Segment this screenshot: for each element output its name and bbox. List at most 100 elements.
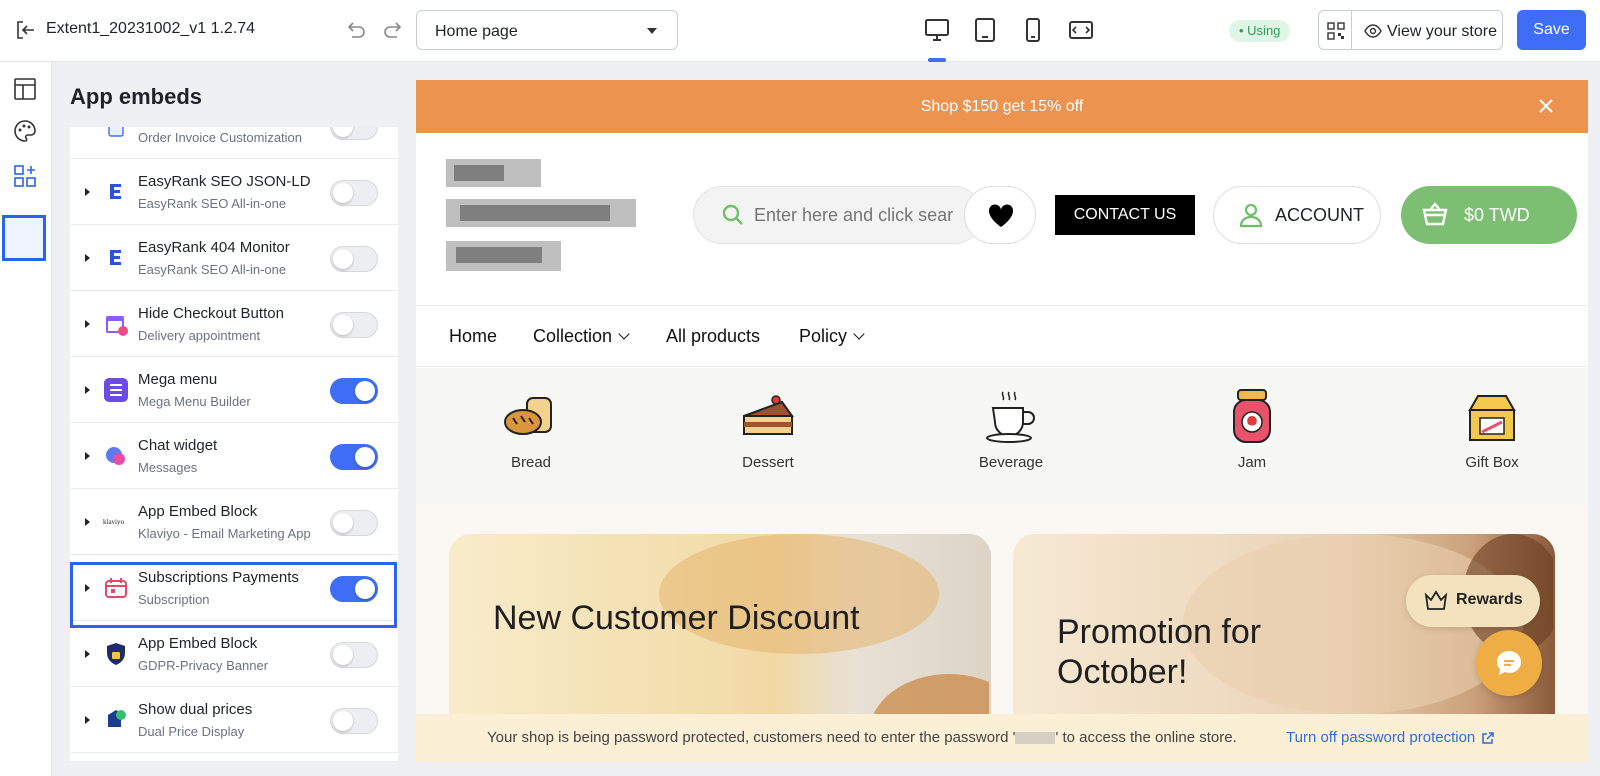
- expand-arrow-icon[interactable]: [85, 386, 90, 394]
- close-icon[interactable]: [1538, 98, 1554, 114]
- shield-icon: [107, 643, 125, 665]
- nav-all-products[interactable]: All products: [666, 326, 760, 347]
- chat-widget-icon: [106, 447, 125, 465]
- crown-icon: [1424, 590, 1448, 610]
- nav-collection[interactable]: Collection: [533, 326, 630, 347]
- save-button[interactable]: Save: [1517, 10, 1586, 50]
- undo-icon[interactable]: [344, 19, 366, 41]
- account-button[interactable]: ACCOUNT: [1213, 186, 1381, 244]
- store-search[interactable]: [693, 186, 983, 244]
- expand-arrow-icon[interactable]: [85, 254, 90, 262]
- page-select-value: Home page: [435, 23, 518, 40]
- masked-password: [1015, 732, 1056, 745]
- qr-code-button[interactable]: [1318, 10, 1352, 50]
- view-store-label: View your store: [1387, 23, 1497, 40]
- toggle-switch[interactable]: [330, 180, 378, 206]
- turn-off-password-link[interactable]: Turn off password protection: [1286, 714, 1495, 762]
- password-message: Your shop is being password protected, c…: [487, 729, 1237, 746]
- chevron-down-icon: [647, 28, 657, 34]
- redo-icon[interactable]: [383, 19, 405, 41]
- store-logo[interactable]: [446, 159, 636, 279]
- toggle-switch[interactable]: [330, 246, 378, 272]
- rewards-button[interactable]: Rewards: [1406, 575, 1540, 627]
- expand-arrow-icon[interactable]: [85, 716, 90, 724]
- desktop-icon[interactable]: [923, 16, 951, 44]
- chat-button[interactable]: [1476, 630, 1542, 696]
- list-item[interactable]: EasyRank 404 Monitor EasyRank SEO All-in…: [70, 225, 398, 291]
- contact-us-button[interactable]: CONTACT US: [1055, 195, 1195, 235]
- expand-arrow-icon[interactable]: [85, 188, 90, 196]
- klaviyo-logo-icon: klaviyo: [103, 518, 124, 526]
- gift-box-icon: [1468, 395, 1516, 441]
- theme-title: Extent1_20231002_v1 1.2.74: [46, 20, 256, 37]
- category-bread[interactable]: Bread: [471, 386, 591, 471]
- cake-icon: [743, 395, 794, 435]
- app-embeds-icon[interactable]: [12, 163, 38, 189]
- toggle-switch[interactable]: [330, 510, 378, 536]
- mobile-icon[interactable]: [1019, 16, 1047, 44]
- chevron-down-icon: [853, 328, 865, 340]
- easyrank-icon: [110, 184, 121, 199]
- expand-arrow-icon[interactable]: [85, 320, 90, 328]
- nav-home[interactable]: Home: [449, 326, 497, 347]
- external-link-icon: [1482, 732, 1495, 744]
- toggle-switch[interactable]: [330, 444, 378, 470]
- sections-icon[interactable]: [12, 76, 38, 102]
- cart-button[interactable]: $0 TWD: [1401, 186, 1577, 244]
- invoice-icon: [108, 127, 124, 137]
- active-device-indicator: [928, 58, 946, 62]
- list-item[interactable]: klaviyo App Embed Block Klaviyo - Email …: [70, 489, 398, 555]
- promo-banner: Shop $150 get 15% off: [416, 80, 1588, 133]
- category-strip: Bread Dessert Beverage Jam Gift Box: [416, 368, 1588, 504]
- category-beverage[interactable]: Beverage: [951, 386, 1071, 471]
- toggle-switch[interactable]: [330, 312, 378, 338]
- wishlist-button[interactable]: [964, 186, 1036, 244]
- exit-icon[interactable]: [14, 19, 36, 41]
- view-store-button[interactable]: View your store: [1351, 10, 1503, 50]
- mega-menu-icon: [104, 378, 128, 402]
- promo-text: Shop $150 get 15% off: [920, 98, 1084, 115]
- calendar-icon: [106, 316, 128, 336]
- tea-cup-icon: [986, 391, 1035, 443]
- panel-title: App embeds: [70, 84, 203, 109]
- rail-selection: [2, 215, 46, 261]
- nav-policy[interactable]: Policy: [799, 326, 865, 347]
- search-icon: [722, 204, 743, 225]
- toggle-switch[interactable]: [330, 642, 378, 668]
- toggle-switch[interactable]: [330, 127, 378, 140]
- rewards-label: Rewards: [1456, 591, 1523, 608]
- banner-heading: Promotion for October!: [1057, 613, 1262, 691]
- qr-code-icon: [1327, 22, 1345, 40]
- list-item[interactable]: Order Invoice Customization: [70, 127, 398, 159]
- user-icon: [1239, 203, 1263, 228]
- list-item[interactable]: Show dual prices Dual Price Display: [70, 687, 398, 753]
- list-item[interactable]: App Embed Block GDPR-Privacy Banner: [70, 621, 398, 687]
- search-input[interactable]: [754, 203, 954, 227]
- category-jam[interactable]: Jam: [1192, 386, 1312, 471]
- left-rail: [0, 62, 52, 776]
- fullscreen-icon[interactable]: [1067, 16, 1095, 44]
- expand-arrow-icon[interactable]: [85, 452, 90, 460]
- store-nav: Home Collection All products Policy: [416, 305, 1588, 367]
- basket-icon: [1422, 202, 1448, 226]
- list-item[interactable]: Mega menu Mega Menu Builder: [70, 357, 398, 423]
- list-item[interactable]: Chat widget Messages: [70, 423, 398, 489]
- chevron-down-icon: [618, 328, 630, 340]
- toggle-switch[interactable]: [330, 708, 378, 734]
- password-notice: Your shop is being password protected, c…: [416, 714, 1588, 762]
- list-item[interactable]: EasyRank SEO JSON-LD EasyRank SEO All-in…: [70, 159, 398, 225]
- category-gift-box[interactable]: Gift Box: [1432, 386, 1552, 471]
- top-bar: Extent1_20231002_v1 1.2.74 Home page • U…: [0, 0, 1600, 62]
- dual-price-icon: [108, 710, 126, 727]
- expand-arrow-icon[interactable]: [85, 518, 90, 526]
- list-item[interactable]: Hide Checkout Button Delivery appointmen…: [70, 291, 398, 357]
- category-dessert[interactable]: Dessert: [708, 386, 828, 471]
- jam-jar-icon: [1233, 389, 1271, 443]
- toggle-switch[interactable]: [330, 378, 378, 404]
- expand-arrow-icon[interactable]: [85, 650, 90, 658]
- tablet-icon[interactable]: [971, 16, 999, 44]
- theme-style-icon[interactable]: [12, 118, 38, 144]
- chat-bubble-icon: [1497, 651, 1521, 675]
- page-select[interactable]: Home page: [416, 10, 678, 50]
- bread-icon: [504, 397, 552, 435]
